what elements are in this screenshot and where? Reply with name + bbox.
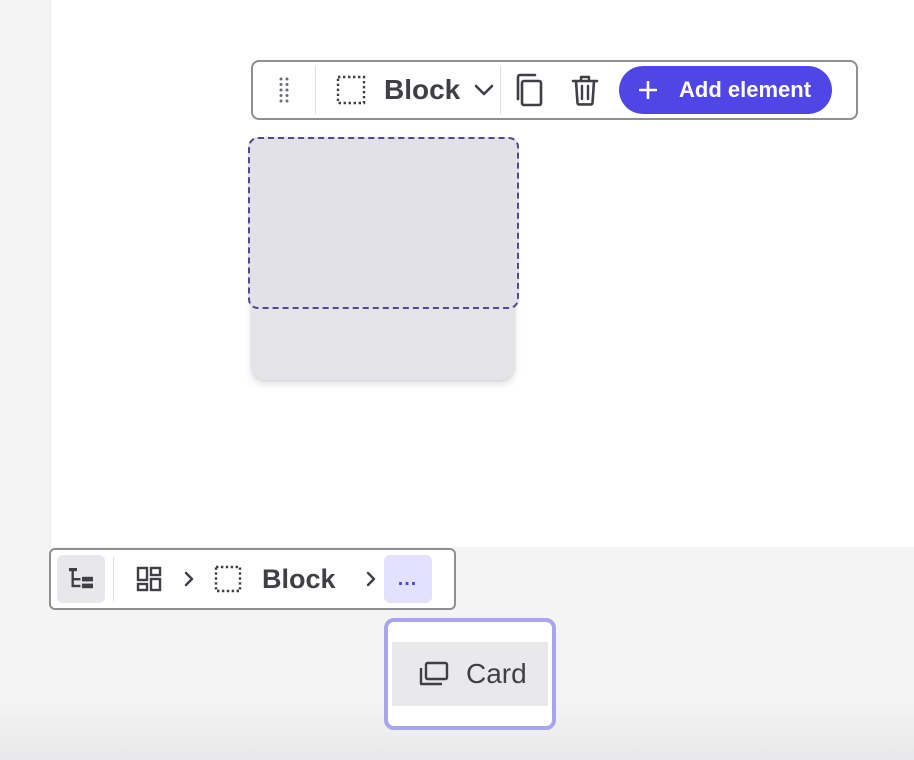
chevron-down-icon	[474, 84, 494, 96]
block-type-label: Block	[384, 74, 461, 105]
layout-icon	[136, 566, 162, 592]
children-dropdown: Card	[384, 618, 556, 730]
copy-icon	[516, 73, 543, 107]
card-icon	[419, 661, 449, 686]
duplicate-button[interactable]	[501, 62, 557, 118]
breadcrumb: Block ...	[49, 548, 456, 610]
breadcrumb-item-block[interactable]: Block	[214, 564, 336, 595]
chevron-right-icon	[184, 571, 194, 587]
trash-icon	[571, 75, 599, 106]
tree-structure-icon	[69, 568, 93, 589]
block-toolbar: Block Add element	[251, 60, 858, 120]
delete-button[interactable]	[557, 62, 613, 118]
drag-handle-icon	[279, 77, 289, 103]
layer-tree-button[interactable]	[57, 555, 105, 603]
breadcrumb-label: Block	[262, 563, 336, 594]
add-element-label: Add element	[679, 77, 812, 102]
add-element-button[interactable]: Add element	[619, 66, 832, 114]
drag-handle[interactable]	[253, 62, 315, 118]
dropdown-item-card[interactable]: Card	[392, 642, 548, 706]
selected-block[interactable]	[248, 137, 519, 309]
breadcrumb-divider	[113, 557, 114, 601]
block-icon	[336, 75, 366, 105]
more-children-button[interactable]: ...	[383, 555, 432, 603]
block-icon	[214, 565, 242, 593]
plus-icon	[639, 81, 657, 99]
chevron-right-icon	[366, 571, 376, 587]
block-type-selector[interactable]: Block	[316, 62, 500, 118]
breadcrumb-root[interactable]	[136, 566, 162, 592]
dropdown-item-label: Card	[466, 658, 527, 689]
